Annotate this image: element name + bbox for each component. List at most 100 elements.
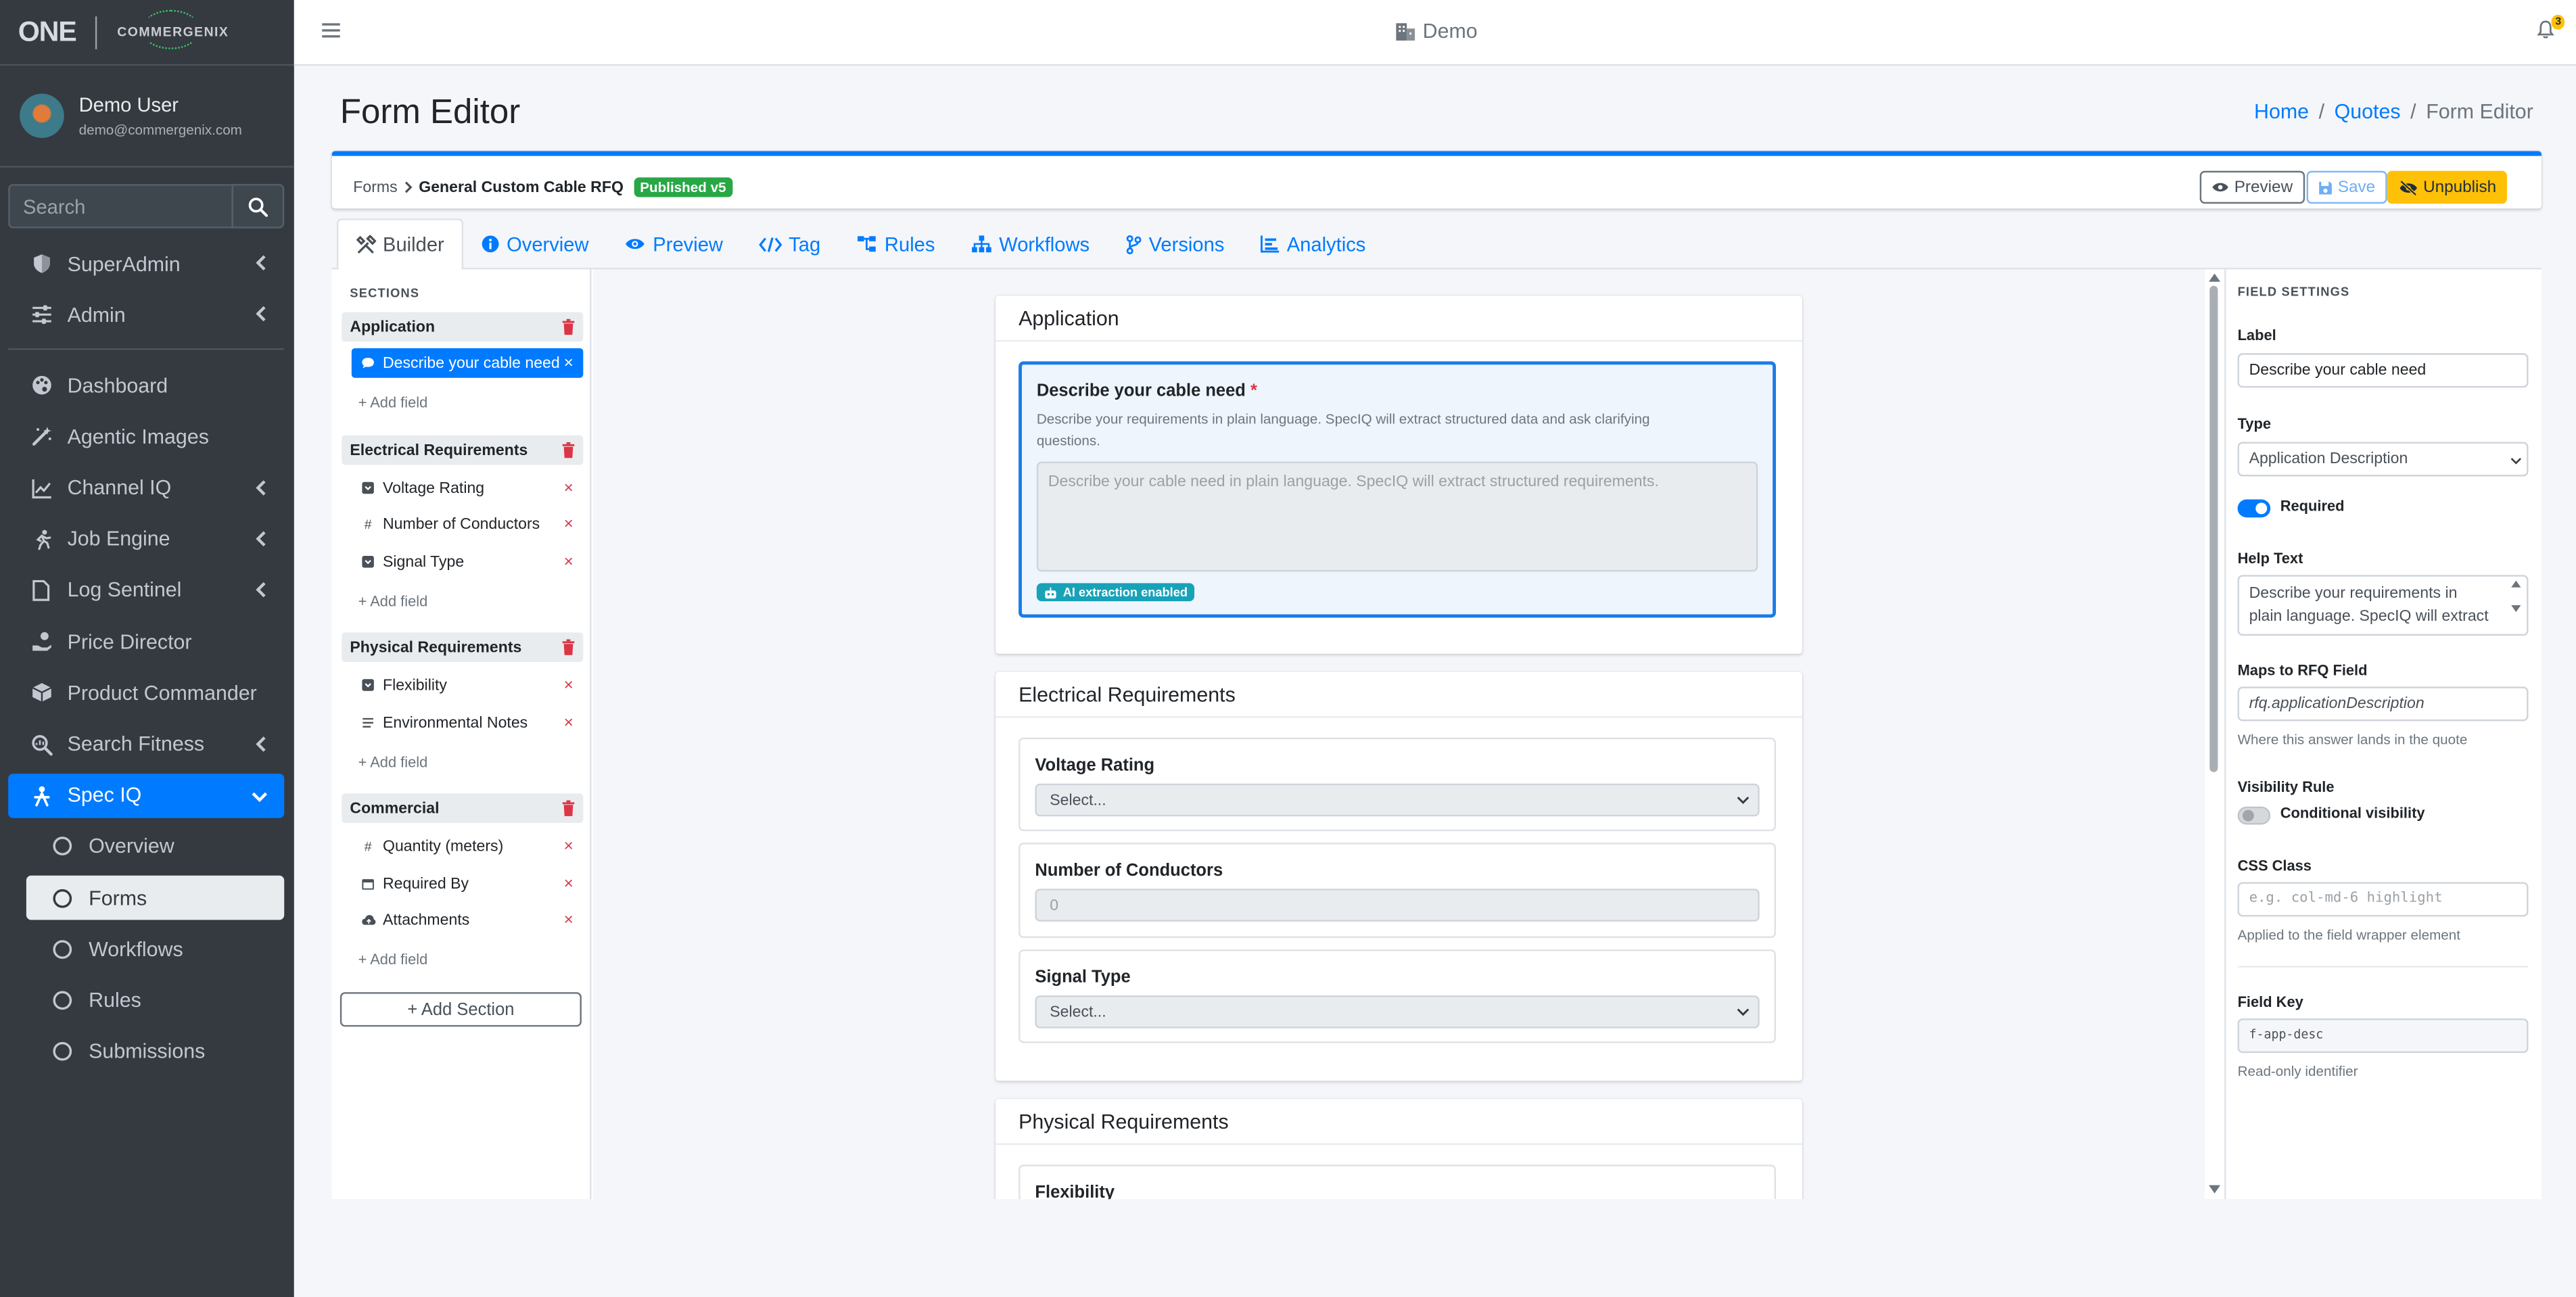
tab-tag[interactable]: Tag [741,218,839,269]
section-header-commercial[interactable]: Commercial [342,793,584,824]
label-input[interactable]: Describe your cable need [2237,353,2529,388]
signal-type-select[interactable]: Select... [1035,995,1760,1029]
section-header-physical[interactable]: Physical Requirements [342,632,584,662]
section-header-electrical[interactable]: Electrical Requirements [342,435,584,465]
chevron-down-icon [2510,458,2522,465]
unpublish-button-label: Unpublish [2423,178,2497,197]
remove-field-icon[interactable]: × [564,676,573,694]
breadcrumb-quotes[interactable]: Quotes [2335,100,2401,123]
canvas-scrollbar[interactable] [2205,269,2224,1199]
building-icon [1396,23,1415,41]
notifications-button[interactable]: 3 [2537,14,2565,39]
save-button[interactable]: Save [2306,170,2387,204]
add-field-button[interactable]: + Add field [358,394,428,410]
textarea-scroll-down-icon[interactable] [2510,605,2522,613]
select-value: Select... [1050,791,1106,810]
preview-button[interactable]: Preview [2199,170,2305,204]
scroll-up-arrow-icon[interactable] [2208,273,2221,283]
field-item-signal-type[interactable]: Signal Type × [352,547,584,577]
sidebar-subitem-submissions[interactable]: Submissions [8,1029,284,1074]
field-card-number-of-conductors[interactable]: Number of Conductors 0 [1018,843,1776,939]
add-field-button[interactable]: + Add field [358,593,428,609]
sidebar-item-admin[interactable]: Admin [8,293,284,337]
sidebar-subitem-workflows[interactable]: Workflows [8,927,284,972]
sidebar-subitem-forms[interactable]: Forms [26,875,285,920]
trash-icon[interactable] [562,319,575,335]
add-field-button[interactable]: + Add field [358,951,428,968]
number-of-conductors-input[interactable]: 0 [1035,889,1760,922]
sidebar-item-channel-iq[interactable]: Channel IQ [8,466,284,511]
section-header-application[interactable]: Application [342,312,584,342]
field-card-signal-type[interactable]: Signal Type Select... [1018,949,1776,1043]
section-divider [996,716,1802,718]
trash-icon[interactable] [562,800,575,816]
search-button[interactable] [231,184,285,229]
unpublish-button[interactable]: Unpublish [2387,170,2508,204]
field-card-describe-cable-need[interactable]: Describe your cable need * Describe your… [1018,361,1776,618]
add-field-button[interactable]: + Add field [358,754,428,770]
sidebar-item-price-director[interactable]: Price Director [8,619,284,664]
trash-icon[interactable] [562,639,575,655]
help-text-textarea[interactable]: Describe your requirements in plain lang… [2237,575,2529,636]
css-class-input[interactable]: e.g. col-md-6 highlight [2237,882,2529,917]
trash-icon[interactable] [562,442,575,458]
sidebar-subitem-rules[interactable]: Rules [8,978,284,1022]
sidebar-subitem-overview[interactable]: Overview [8,824,284,869]
sidebar-item-agentic-images[interactable]: Agentic Images [8,415,284,459]
remove-field-icon[interactable]: × [564,837,573,855]
sidebar-item-spec-iq[interactable]: Spec IQ [8,773,285,818]
sidebar-item-log-sentinel[interactable]: Log Sentinel [8,568,284,613]
tab-overview[interactable]: Overview [464,218,607,269]
field-item-number-of-conductors[interactable]: # Number of Conductors × [352,509,584,539]
section-card-application: Application Describe your cable need * D… [996,296,1802,654]
maps-to-input[interactable]: rfq.applicationDescription [2237,686,2529,722]
field-item-required-by[interactable]: Required By × [352,869,584,899]
sidebar-item-superadmin[interactable]: SuperAdmin [8,241,284,286]
chevron-down-icon [252,791,268,802]
field-item-describe-cable-need[interactable]: Describe your cable need × [351,348,584,378]
remove-field-icon[interactable]: × [564,479,573,497]
tab-analytics[interactable]: Analytics [1242,218,1384,269]
scroll-down-arrow-icon[interactable] [2208,1184,2221,1194]
remove-field-icon[interactable]: × [564,911,573,929]
breadcrumb-home[interactable]: Home [2254,100,2309,123]
tab-builder[interactable]: Builder [336,218,464,271]
user-name[interactable]: Demo User [79,93,242,116]
sidebar-item-dashboard[interactable]: Dashboard [8,363,284,408]
field-item-quantity[interactable]: # Quantity (meters) × [352,831,584,861]
type-select[interactable]: Application Description [2237,442,2529,477]
forms-link[interactable]: Forms [353,179,397,197]
voltage-rating-select[interactable]: Select... [1035,783,1760,817]
field-item-flexibility[interactable]: Flexibility × [352,670,584,700]
field-item-environmental-notes[interactable]: Environmental Notes × [352,708,584,738]
remove-field-icon[interactable]: × [564,515,573,534]
scrollbar-thumb[interactable] [2209,285,2218,772]
tab-workflows[interactable]: Workflows [953,218,1108,269]
field-card-flexibility[interactable]: Flexibility [1018,1164,1776,1200]
remove-field-icon[interactable]: × [564,875,573,893]
tab-preview[interactable]: Preview [607,218,741,269]
tab-rules[interactable]: Rules [839,218,953,269]
remove-field-icon[interactable]: × [564,713,573,732]
field-item-voltage-rating[interactable]: Voltage Rating × [352,473,584,503]
remove-field-icon[interactable]: × [564,552,573,571]
cable-need-textarea[interactable]: Describe your cable need in plain langua… [1036,461,1758,572]
required-label: Required [2280,498,2345,515]
textarea-scroll-up-icon[interactable] [2510,580,2522,588]
hamburger-menu-icon[interactable] [322,22,340,40]
sidebar-item-job-engine[interactable]: Job Engine [8,517,284,562]
field-card-voltage-rating[interactable]: Voltage Rating Select... [1018,737,1776,832]
sidebar-search-input[interactable]: Search [8,184,232,229]
add-section-button[interactable]: + Add Section [339,992,582,1027]
user-panel[interactable]: Demo User demo@commergenix.com [0,66,294,168]
sidebar-item-search-fitness[interactable]: Search Fitness [8,722,284,767]
sidebar-item-product-commander[interactable]: Product Commander [8,671,284,715]
tenant-selector[interactable]: Demo [1395,20,1478,43]
conditional-visibility-toggle[interactable] [2237,806,2271,825]
tab-versions[interactable]: Versions [1108,218,1242,269]
remove-field-icon[interactable]: × [564,354,573,372]
required-toggle[interactable] [2237,499,2271,518]
field-item-attachments[interactable]: Attachments × [352,905,584,935]
brand-logo[interactable]: ONE COMMERGENIX [0,0,294,66]
avatar[interactable] [20,93,64,139]
